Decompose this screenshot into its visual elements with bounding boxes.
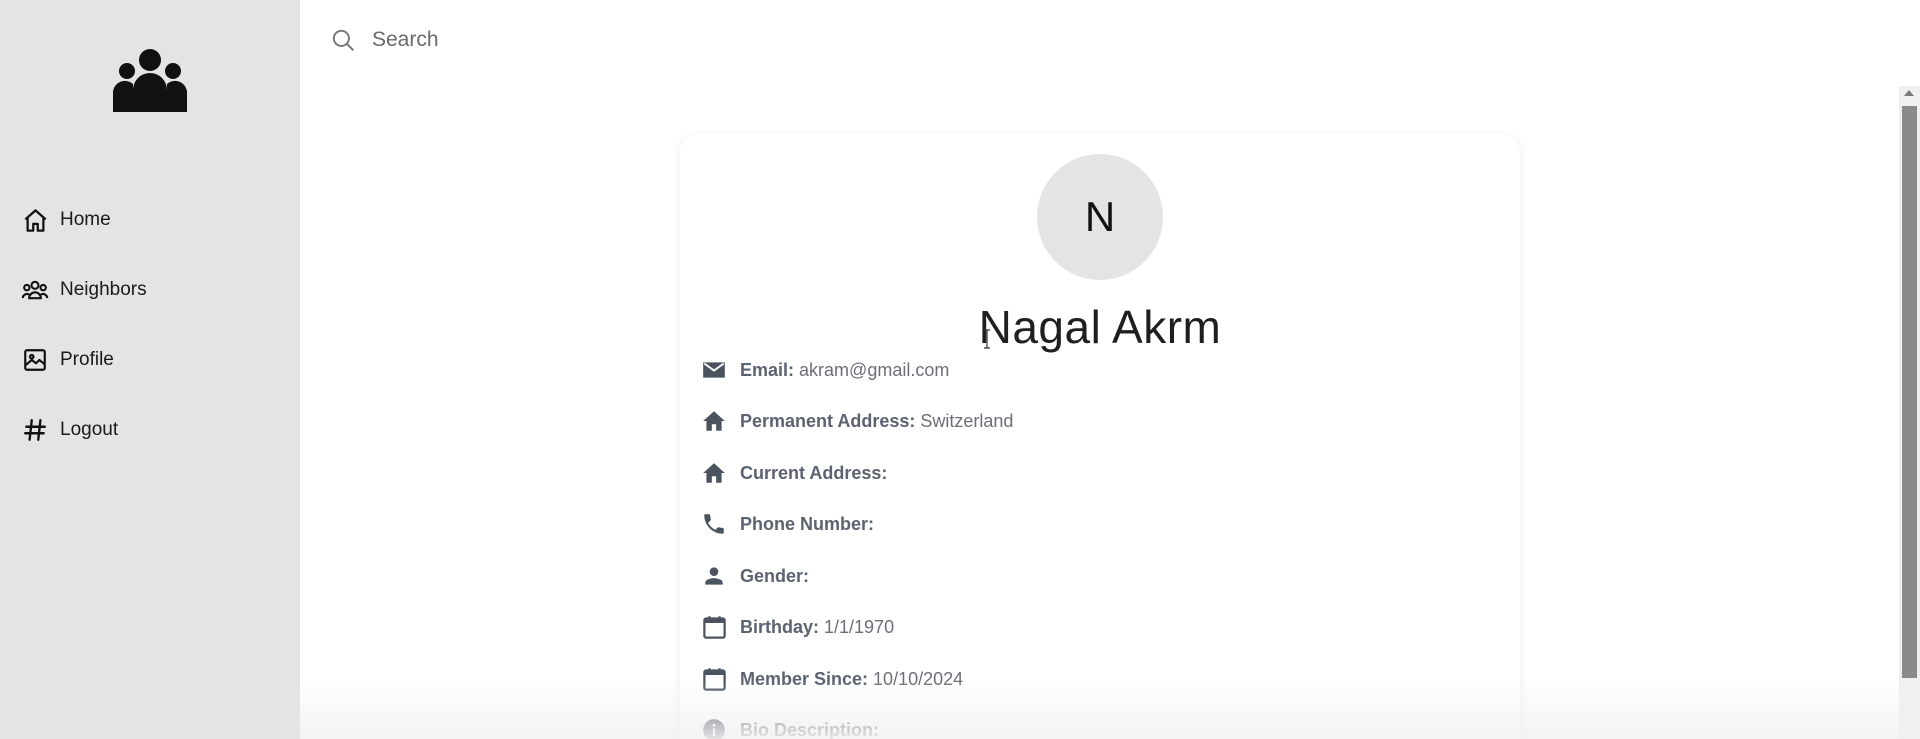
info-row-bio: Bio Description: <box>700 714 884 739</box>
profile-name: Nagal Akrm <box>978 301 1222 353</box>
sidebar-item-label: Logout <box>60 419 119 440</box>
scrollbar[interactable] <box>1899 86 1920 739</box>
info-row-member-since: Member Since: 10/10/2024 <box>700 663 963 695</box>
info-row-email: Email: akram@gmail.com <box>700 354 949 386</box>
sidebar-item-profile[interactable]: Profile <box>20 344 280 376</box>
phone-icon <box>700 510 728 538</box>
sidebar-item-label: Home <box>60 209 111 230</box>
info-row-permanent-address: Permanent Address: Switzerland <box>700 405 1013 437</box>
info-row-phone: Phone Number: <box>700 508 879 540</box>
sidebar-item-logout[interactable]: Logout <box>20 414 280 446</box>
sidebar-item-label: Profile <box>60 349 114 370</box>
scroll-thumb[interactable] <box>1902 106 1917 678</box>
scroll-up-icon[interactable] <box>1904 90 1914 96</box>
calendar-icon <box>700 613 728 641</box>
avatar: N <box>1037 154 1163 280</box>
sidebar: Home Neighbors Profile Logout <box>0 0 300 739</box>
mail-icon <box>700 356 728 384</box>
users-icon <box>20 275 50 305</box>
people-group-icon[interactable] <box>113 48 187 112</box>
person-icon <box>700 562 728 590</box>
info-row-gender: Gender: <box>700 560 814 592</box>
sidebar-item-neighbors[interactable]: Neighbors <box>20 274 280 306</box>
sidebar-item-home[interactable]: Home <box>20 204 280 236</box>
home-filled-icon <box>700 459 728 487</box>
info-row-birthday: Birthday: 1/1/1970 <box>700 611 894 643</box>
text-cursor-icon <box>983 329 991 349</box>
calendar-icon <box>700 665 728 693</box>
search-bar <box>300 0 1920 80</box>
info-row-current-address: Current Address: <box>700 457 892 489</box>
search-input[interactable] <box>372 20 1072 60</box>
image-icon <box>20 345 50 375</box>
info-icon <box>700 716 728 739</box>
sidebar-item-label: Neighbors <box>60 279 147 300</box>
home-filled-icon <box>700 407 728 435</box>
hash-icon <box>20 415 50 445</box>
profile-card: N Nagal Akrm Email: akram@gmail.com Perm… <box>680 134 1520 739</box>
home-icon <box>20 205 50 235</box>
search-icon <box>330 27 356 53</box>
